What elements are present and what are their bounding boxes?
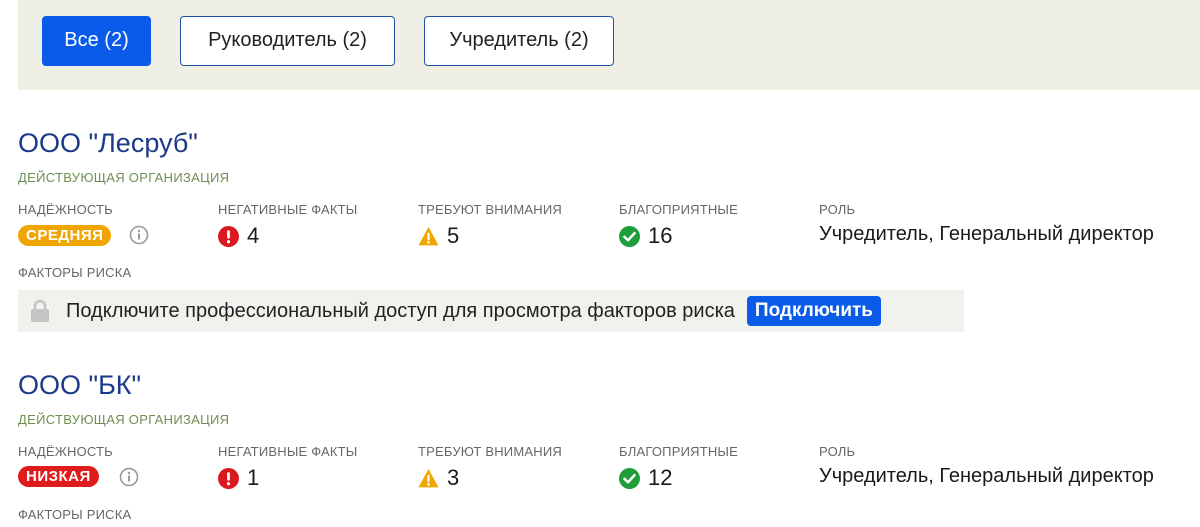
org-status: ДЕЙСТВУЮЩАЯ ОРГАНИЗАЦИЯ [18,412,230,427]
reliability-badge: СРЕДНЯЯ [18,225,112,246]
risk-factors-label: ФАКТОРЫ РИСКА [18,507,132,522]
reliability-label: НАДЁЖНОСТЬ [18,202,113,217]
attention-label: ТРЕБУЮТ ВНИМАНИЯ [418,444,562,459]
favorable-label: БЛАГОПРИЯТНЫЕ [619,444,739,459]
favorable-label: БЛАГОПРИЯТНЫЕ [619,202,739,217]
info-icon[interactable] [129,225,149,245]
check-circle-icon [619,225,640,247]
reliability-label: НАДЁЖНОСТЬ [18,444,113,459]
negative-facts-label: НЕГАТИВНЫЕ ФАКТЫ [218,202,358,217]
exclamation-circle-icon [218,225,239,247]
org-card-lesrub: ООО "Лесруб" ДЕЙСТВУЮЩАЯ ОРГАНИЗАЦИЯ НАД… [18,128,1200,338]
role-label: РОЛЬ [819,202,856,217]
favorable-count: 16 [648,223,673,248]
role-value: Учредитель, Генеральный директор [819,223,1154,245]
risk-factors-label: ФАКТОРЫ РИСКА [18,265,132,280]
filter-founder-button[interactable]: Учредитель (2) [424,16,614,66]
negative-facts-value[interactable]: 4 [218,223,259,249]
filter-bar: Все (2) Руководитель (2) Учредитель (2) [18,0,1200,90]
reliability-badge: НИЗКАЯ [18,466,99,487]
org-name-link[interactable]: ООО "БК" [18,370,141,401]
org-status: ДЕЙСТВУЮЩАЯ ОРГАНИЗАЦИЯ [18,170,230,185]
lock-icon [31,299,49,322]
favorable-value[interactable]: 12 [619,465,672,491]
negative-facts-value[interactable]: 1 [218,465,259,491]
attention-count: 5 [447,223,460,248]
exclamation-circle-icon [218,467,239,489]
check-circle-icon [619,467,640,489]
warning-triangle-icon [418,226,439,245]
role-label: РОЛЬ [819,444,856,459]
favorable-value[interactable]: 16 [619,223,672,249]
org-card-bk: ООО "БК" ДЕЙСТВУЮЩАЯ ОРГАНИЗАЦИЯ НАДЁЖНО… [18,370,1200,527]
risk-factors-lock-banner: Подключите профессиональный доступ для п… [18,290,964,332]
lock-message: Подключите профессиональный доступ для п… [66,299,735,322]
org-name-link[interactable]: ООО "Лесруб" [18,128,198,159]
negative-facts-label: НЕГАТИВНЫЕ ФАКТЫ [218,444,358,459]
attention-count: 3 [447,465,460,490]
filter-all-button[interactable]: Все (2) [42,16,151,66]
favorable-count: 12 [648,465,673,490]
negative-facts-count: 1 [247,465,260,490]
attention-value[interactable]: 5 [418,223,459,249]
connect-button[interactable]: Подключить [746,296,881,326]
info-icon[interactable] [119,467,139,487]
negative-facts-count: 4 [247,223,260,248]
role-value: Учредитель, Генеральный директор [819,465,1154,487]
attention-label: ТРЕБУЮТ ВНИМАНИЯ [418,202,562,217]
filter-director-button[interactable]: Руководитель (2) [180,16,395,66]
warning-triangle-icon [418,468,439,487]
attention-value[interactable]: 3 [418,465,459,491]
